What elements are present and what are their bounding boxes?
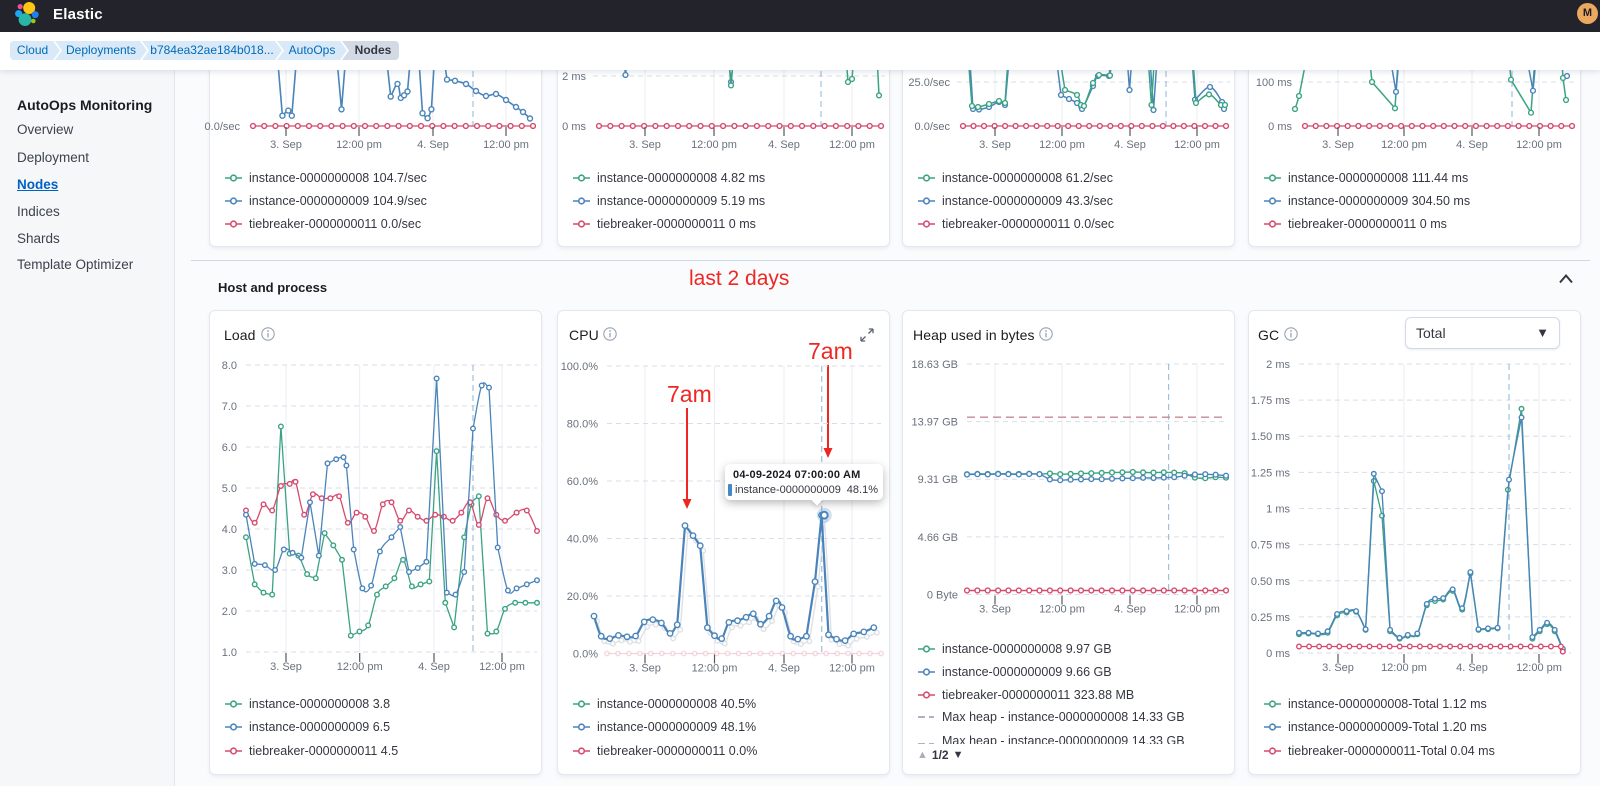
svg-text:12:00 pm: 12:00 pm (336, 139, 382, 151)
svg-text:3. Sep: 3. Sep (270, 661, 302, 673)
svg-text:3. Sep: 3. Sep (629, 663, 661, 675)
svg-text:1.0: 1.0 (222, 647, 237, 659)
svg-text:4.66 GB: 4.66 GB (918, 532, 958, 544)
svg-text:12:00 pm: 12:00 pm (829, 663, 875, 675)
svg-text:100.0%: 100.0% (561, 361, 599, 373)
svg-text:20.0%: 20.0% (567, 591, 598, 603)
svg-text:2 ms: 2 ms (1266, 359, 1290, 371)
svg-text:1 ms: 1 ms (1266, 504, 1290, 516)
svg-text:12:00 pm: 12:00 pm (829, 139, 875, 151)
svg-text:0.0/sec: 0.0/sec (915, 121, 951, 133)
svg-text:1.25 ms: 1.25 ms (1251, 467, 1291, 479)
svg-text:12:00 pm: 12:00 pm (691, 139, 737, 151)
svg-text:100 ms: 100 ms (1256, 77, 1293, 89)
svg-text:9.31 GB: 9.31 GB (918, 474, 958, 486)
svg-text:0 ms: 0 ms (1268, 121, 1292, 133)
svg-text:60.0%: 60.0% (567, 476, 598, 488)
svg-text:3. Sep: 3. Sep (979, 604, 1011, 616)
svg-text:0.25 ms: 0.25 ms (1251, 612, 1291, 624)
svg-text:25.0/sec: 25.0/sec (908, 77, 950, 89)
svg-text:4. Sep: 4. Sep (418, 661, 450, 673)
svg-text:3. Sep: 3. Sep (1322, 139, 1354, 151)
svg-text:12:00 pm: 12:00 pm (1039, 139, 1085, 151)
svg-text:0 ms: 0 ms (562, 121, 586, 133)
svg-text:5.0: 5.0 (222, 483, 237, 495)
svg-text:4. Sep: 4. Sep (768, 139, 800, 151)
svg-text:4. Sep: 4. Sep (1114, 139, 1146, 151)
svg-text:3. Sep: 3. Sep (979, 139, 1011, 151)
svg-text:7.0: 7.0 (222, 401, 237, 413)
svg-text:12:00 pm: 12:00 pm (1174, 139, 1220, 151)
svg-text:3. Sep: 3. Sep (1322, 662, 1354, 674)
svg-text:4. Sep: 4. Sep (417, 139, 449, 151)
svg-text:4. Sep: 4. Sep (1114, 604, 1146, 616)
svg-text:12:00 pm: 12:00 pm (1516, 662, 1562, 674)
svg-text:12:00 pm: 12:00 pm (1174, 604, 1220, 616)
svg-text:1.75 ms: 1.75 ms (1251, 395, 1291, 407)
svg-text:12:00 pm: 12:00 pm (1381, 662, 1427, 674)
svg-text:0.50 ms: 0.50 ms (1251, 576, 1291, 588)
svg-text:4. Sep: 4. Sep (768, 663, 800, 675)
svg-text:0 Byte: 0 Byte (927, 590, 958, 602)
svg-text:4. Sep: 4. Sep (1456, 662, 1488, 674)
svg-text:12:00 pm: 12:00 pm (479, 661, 525, 673)
svg-text:1.50 ms: 1.50 ms (1251, 431, 1291, 443)
svg-text:3.0: 3.0 (222, 565, 237, 577)
svg-text:0.75 ms: 0.75 ms (1251, 540, 1291, 552)
svg-text:8.0: 8.0 (222, 360, 237, 372)
svg-text:0.0/sec: 0.0/sec (205, 121, 241, 133)
svg-text:4.0: 4.0 (222, 524, 237, 536)
svg-text:12:00 pm: 12:00 pm (337, 661, 383, 673)
svg-text:12:00 pm: 12:00 pm (1516, 139, 1562, 151)
svg-text:12:00 pm: 12:00 pm (692, 663, 738, 675)
svg-text:12:00 pm: 12:00 pm (1039, 604, 1085, 616)
svg-text:2 ms: 2 ms (562, 71, 586, 83)
svg-text:0.0%: 0.0% (573, 649, 598, 661)
svg-text:12:00 pm: 12:00 pm (483, 139, 529, 151)
svg-text:18.63 GB: 18.63 GB (912, 359, 958, 371)
svg-text:6.0: 6.0 (222, 442, 237, 454)
svg-text:40.0%: 40.0% (567, 534, 598, 546)
svg-text:3. Sep: 3. Sep (270, 139, 302, 151)
svg-text:13.97 GB: 13.97 GB (912, 417, 958, 429)
svg-text:4. Sep: 4. Sep (1456, 139, 1488, 151)
svg-text:12:00 pm: 12:00 pm (1381, 139, 1427, 151)
svg-text:0 ms: 0 ms (1266, 648, 1290, 660)
svg-text:3. Sep: 3. Sep (629, 139, 661, 151)
svg-text:2.0: 2.0 (222, 606, 237, 618)
svg-text:80.0%: 80.0% (567, 419, 598, 431)
